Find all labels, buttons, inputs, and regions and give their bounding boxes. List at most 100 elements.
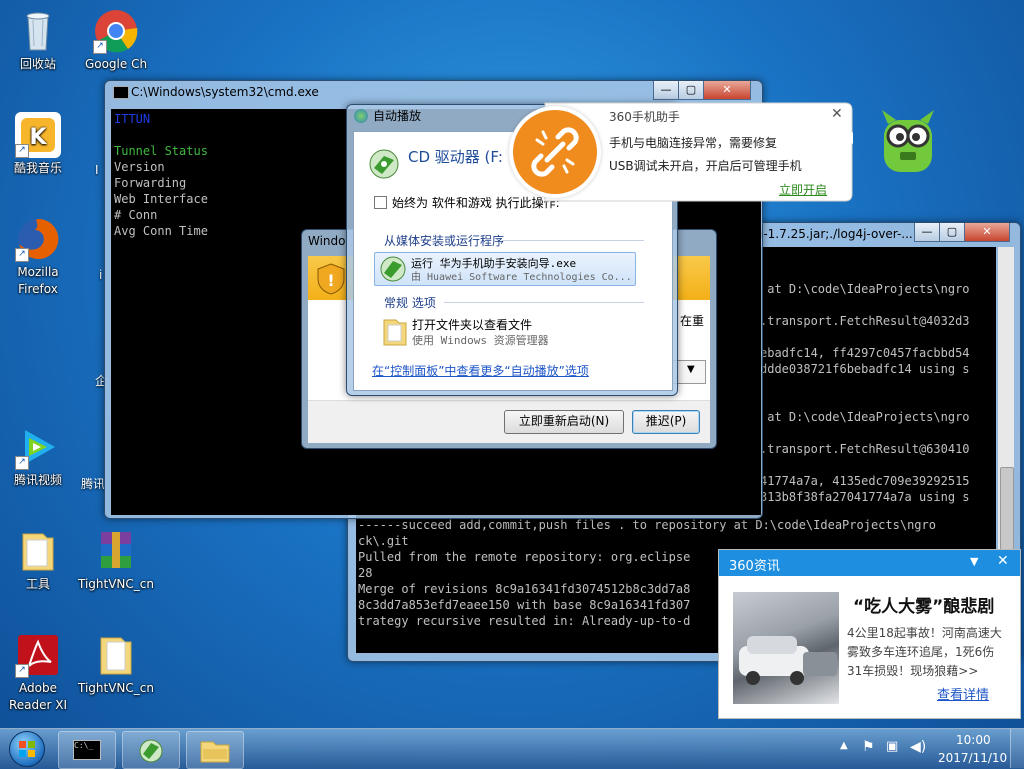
desktop-icon-tools-folder[interactable]: 工具 [0,528,76,593]
svg-text:K: K [29,125,47,150]
news-body: 4公里18起事故！河南高速大雾致多车连环追尾，1死6伤31车损毁！现场狼藉>> [847,626,1002,678]
taskbar-explorer-button[interactable] [186,731,244,769]
cmd-icon [113,86,129,99]
window-title: Windo [308,234,346,248]
partial-icon-label: i [99,268,103,282]
chrome-icon: ↗ [93,8,139,54]
dialog-side-text: 在重 [680,314,705,328]
folder-icon [15,528,61,574]
popup-360-assistant[interactable]: 360手机助手 ✕ 手机与电脑连接异常，需要修复 USB调试未开启，开启后可管理… [505,102,853,202]
network-icon[interactable]: ▣ [886,739,898,754]
desktop-icon-tightvnc-folder[interactable]: TightVNC_cn [78,632,154,697]
clock-date[interactable]: 2017/11/10 [938,751,1007,765]
cmd-icon: C:\_ [73,740,101,760]
desktop-icon-label: TightVNC_cn [78,577,154,591]
news-details-link[interactable]: 查看详情 [937,684,989,703]
popup-line1: 手机与电脑连接异常，需要修复 [609,136,778,150]
drive-name: CD 驱动器 (F: [408,148,503,166]
open-folder-option[interactable]: 打开文件夹以查看文件 使用 Windows 资源管理器 [374,314,634,348]
defer-button[interactable]: 推迟(P) [632,410,700,434]
console-line: ck\.git [358,534,409,548]
console-line: at D:\code\IdeaProjects\ngro [760,282,970,296]
tencent-video-icon: ↗ [15,424,61,470]
start-button[interactable] [4,729,50,767]
desktop-icon-label: 回收站 [19,57,56,71]
desktop-icon-firefox[interactable]: ↗ Mozilla Firefox [0,216,76,298]
restart-now-button[interactable]: 立即重新启动(N) [504,410,624,434]
taskbar-cmd-button[interactable]: C:\_ [58,731,116,769]
window-title: i-1.7.25.jar;./log4j-over-... [760,227,913,241]
show-desktop-button[interactable] [1010,729,1024,768]
desktop-icon-label: 腾讯视频 [13,473,62,487]
partial-icon-label: I [95,163,99,177]
cd-drive-icon [368,148,400,183]
divider [444,302,644,303]
minimize-button[interactable]: — [653,81,679,100]
firefox-icon: ↗ [15,216,61,262]
desktop-icon-label: TightVNC_cn [78,681,154,695]
close-button[interactable]: ✕ [703,81,751,100]
autoplay-icon [354,109,368,123]
always-do-checkbox[interactable] [374,196,387,209]
minimize-button[interactable]: — [914,223,940,242]
enable-now-link[interactable]: 立即开启 [779,181,827,198]
section-general-heading: 常规 选项 [384,296,436,310]
folder-icon [93,632,139,678]
recycle-bin-icon [15,8,61,54]
desktop-icon-label: Mozilla Firefox [17,265,59,296]
chevron-down-icon[interactable]: ▼ [970,555,978,568]
shortcut-arrow-icon: ↗ [93,40,107,54]
window-title: C:\Windows\system32\cmd.exe [131,85,319,99]
console-line: .transport.FetchResult@630410 [760,442,970,456]
console-line: 313b8f38fa27041774a7a using s [760,490,970,504]
close-icon[interactable]: ✕ [997,553,1009,569]
winrar-icon [93,528,139,574]
desktop-icon-tencent-video[interactable]: ↗ 腾讯视频 [0,424,76,489]
adobe-reader-icon: ↗ [15,632,61,678]
run-installer-option[interactable]: 运行 华为手机助手安装向导.exe 由 Huawei Software Tech… [374,252,636,286]
desktop-icon-recycle-bin[interactable]: 回收站 [0,8,76,73]
kuwo-music-icon: K ↗ [15,112,61,158]
desktop-icon-adobe-reader[interactable]: ↗ Adobe Reader XI [0,632,76,714]
tray-show-hidden-icon[interactable]: ▲ [840,740,848,751]
clock-time[interactable]: 10:00 [956,733,991,747]
desktop-icon-tightvnc-archive[interactable]: TightVNC_cn [78,528,154,593]
console-line: at D:\code\IdeaProjects\ngro [760,410,970,424]
assistant-mascot-icon[interactable] [876,106,940,181]
popup-title: 360手机助手 [609,110,680,124]
news-360-widget[interactable]: 360资讯 ▼ ✕ “吃人大雾”酿悲剧 4公里18起事故！河南高速大雾致多车连环… [718,549,1021,719]
volume-icon[interactable]: ◀) [910,739,926,755]
news-image[interactable] [733,592,839,704]
taskbar-autoplay-button[interactable] [122,731,180,769]
news-title: 360资讯 [729,559,780,574]
desktop-icon-label: Adobe Reader XI [8,681,68,712]
action-center-flag-icon[interactable]: ⚑ [862,739,875,755]
broken-link-icon [513,110,597,194]
more-autoplay-link[interactable]: 在“控制面板”中查看更多“自动播放”选项 [372,362,589,379]
shortcut-arrow-icon: ↗ [15,456,29,470]
huawei-installer-icon [379,255,407,286]
maximize-button[interactable]: ▢ [939,223,965,242]
desktop-icon-kuwo-music[interactable]: K ↗ 酷我音乐 [0,112,76,177]
popup-close-button[interactable]: ✕ [831,106,843,122]
news-headline[interactable]: “吃人大雾”酿悲剧 [853,592,994,617]
windows-logo-icon [9,731,45,767]
popup-line2: USB调试未开启，开启后可管理手机 [609,159,802,173]
folder-icon [382,316,408,349]
option-subtitle: 由 Huawei Software Technologies Co... [411,272,632,283]
window-title: 自动播放 [373,109,422,123]
option-subtitle: 使用 Windows 资源管理器 [412,334,549,347]
console-line: 41774a7a, 4135edc709e39292515 [760,474,970,488]
maximize-button[interactable]: ▢ [678,81,704,100]
console-line: .transport.FetchResult@4032d3 [760,314,970,328]
popup-accent-circle [509,106,601,198]
desktop-icon-chrome[interactable]: ↗ Google Ch [78,8,154,73]
close-button[interactable]: ✕ [964,223,1010,242]
